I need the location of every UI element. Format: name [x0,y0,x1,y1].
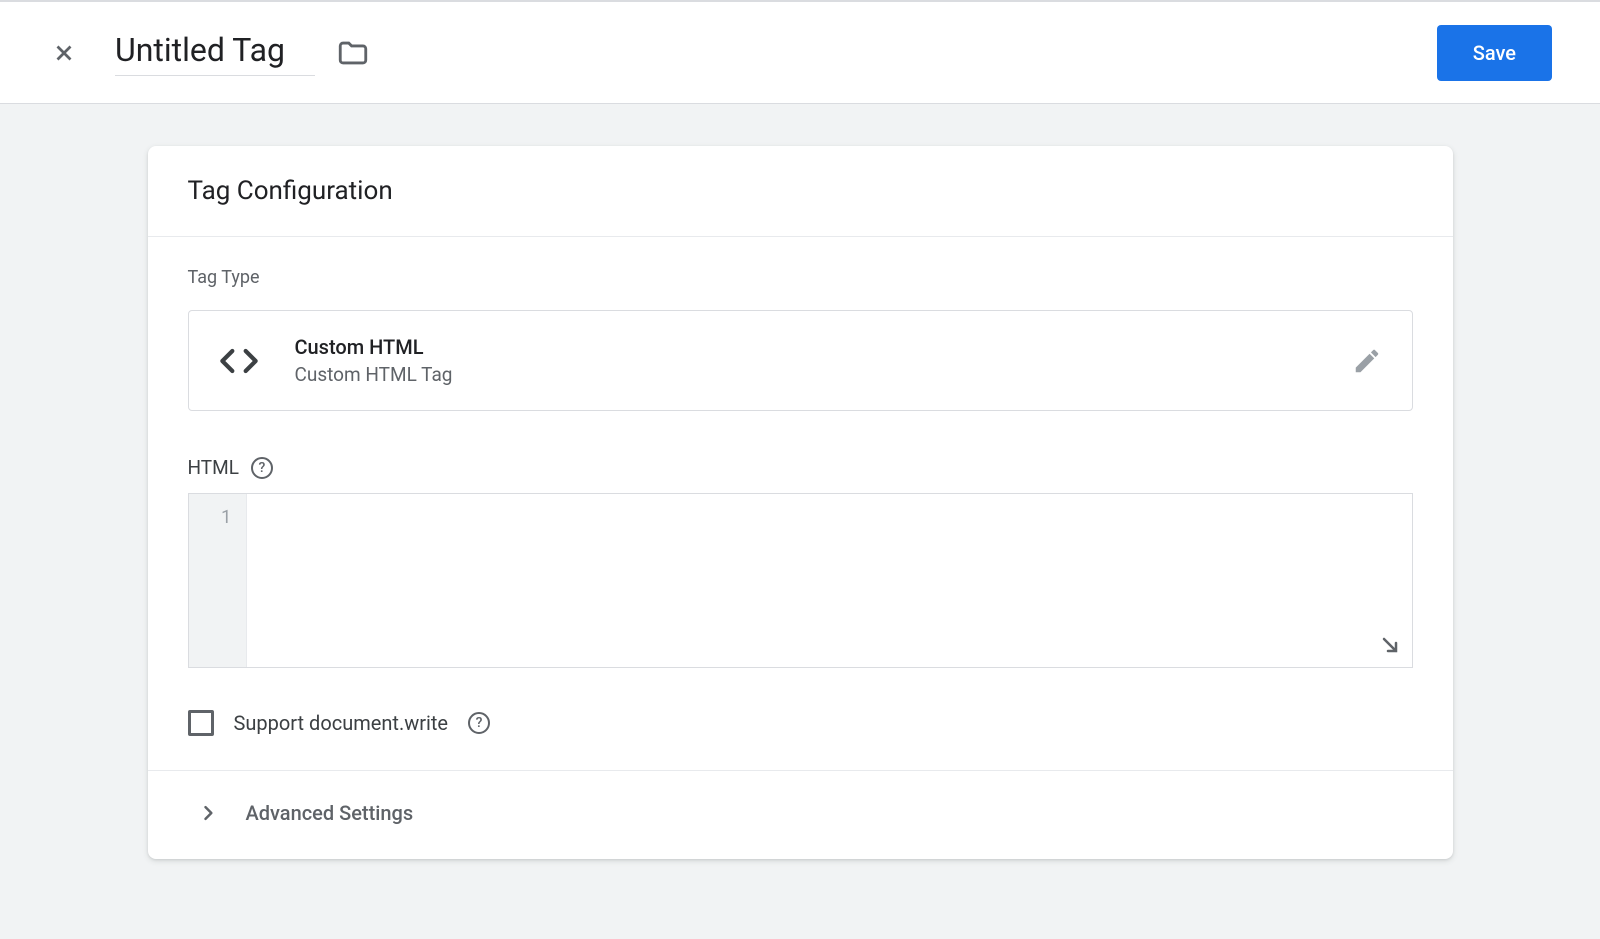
folder-button[interactable] [335,35,371,71]
resize-handle[interactable] [1378,633,1402,661]
edit-icon [1352,346,1382,376]
tag-config-card: Tag Configuration Tag Type Custom HTML C… [148,146,1453,859]
close-icon [51,40,77,66]
tag-type-selector[interactable]: Custom HTML Custom HTML Tag [188,310,1413,411]
type-text: Custom HTML Custom HTML Tag [295,335,1352,386]
html-label: HTML [188,456,239,479]
help-icon[interactable]: ? [468,712,490,734]
chevron-right-icon [198,803,218,823]
code-textarea[interactable] [247,494,1412,667]
html-code-editor[interactable]: 1 [188,493,1413,668]
content-area: Tag Configuration Tag Type Custom HTML C… [0,104,1600,859]
code-icon [219,341,259,381]
checkbox-row: Support document.write ? [188,710,1413,770]
save-button[interactable]: Save [1437,25,1552,81]
card-title: Tag Configuration [188,176,1413,206]
close-button[interactable] [48,37,80,69]
html-section: HTML ? 1 [188,456,1413,668]
advanced-settings-toggle[interactable]: Advanced Settings [188,771,1413,859]
help-icon[interactable]: ? [251,457,273,479]
support-document-write-checkbox[interactable] [188,710,214,736]
title-wrap [115,29,371,76]
tag-type-label: Tag Type [188,267,1413,288]
tag-name-input[interactable] [115,29,315,76]
card-header: Tag Configuration [148,146,1453,237]
html-label-row: HTML ? [188,456,1413,479]
checkbox-label: Support document.write [234,711,449,735]
resize-icon [1378,633,1402,657]
top-bar: Save [0,0,1600,104]
card-body: Tag Type Custom HTML Custom HTML Tag HTM… [148,237,1453,859]
type-name: Custom HTML [295,335,1352,359]
advanced-settings-label: Advanced Settings [246,801,414,825]
line-gutter: 1 [189,494,247,667]
type-description: Custom HTML Tag [295,363,1352,386]
folder-icon [336,36,370,70]
